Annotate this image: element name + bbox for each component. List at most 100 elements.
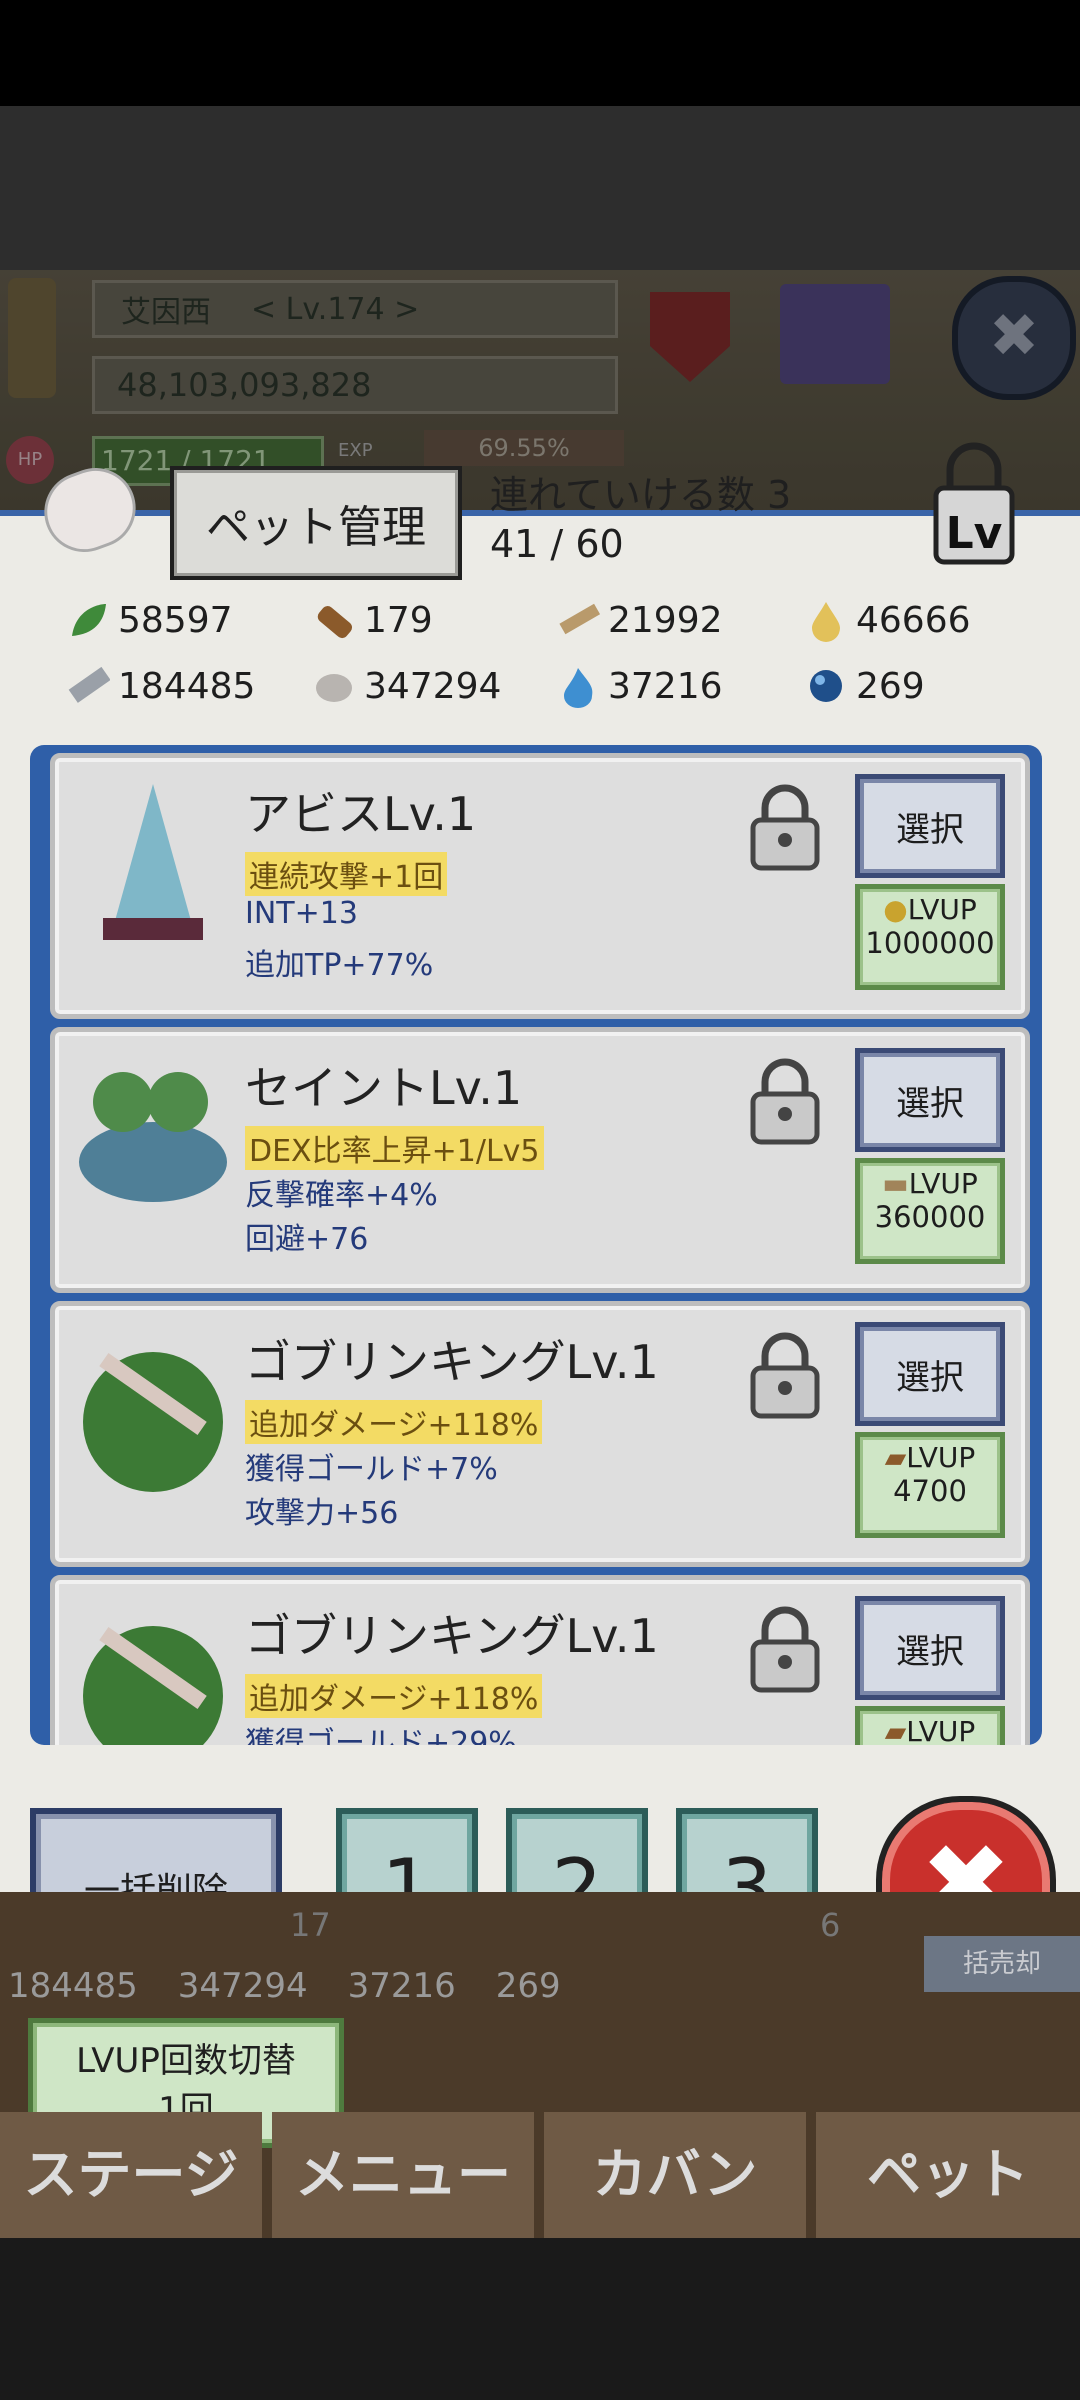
gold-amount: 48,103,093,828 [117,366,372,404]
svg-text:Lv: Lv [946,508,1003,559]
resource-value: 269 [856,665,925,707]
resource-value: 179 [364,599,433,641]
pet-list[interactable]: アビスLv.1 連続攻撃+1回 INT+13 追加TP+77% 選択 ●LVUP… [30,745,1042,1745]
pet-name: ゴブリンキングLv.1 [245,1609,659,1663]
toggle-label: LVUP回数切替 [76,2041,296,2081]
lvup-button[interactable]: ▰LVUP 4700 [855,1432,1005,1538]
pet-sprite-goblin-king [73,1600,233,1745]
pet-bonus: 追加ダメージ+118% [245,1400,543,1444]
navigation-bar [0,2238,1080,2400]
resource-value: 46666 [856,599,971,641]
resource-value: 37216 [608,665,723,707]
menu-stage[interactable]: ステージ [0,2112,262,2238]
resource-value: 347294 [364,665,502,707]
resource-oil: 46666 [804,598,971,642]
resource-value: 269 [495,1966,561,2006]
plank-icon [556,598,601,642]
carry-limit-label: 連れていける数 3 [490,473,792,517]
pet-stat: 攻撃力+56 [245,1496,399,1531]
pet-bonus: 連続攻撃+1回 [245,852,448,896]
player-name: 艾因西 [121,295,211,330]
pet-sprite-abyss [73,778,233,948]
lvup-label: LVUP [906,1715,976,1745]
resource-value: 184485 [8,1966,138,2006]
pet-sprite-goblin-king [73,1326,233,1496]
blue-flame-icon [556,664,600,708]
pet-count: 41 / 60 [490,522,624,566]
resource-value: 58597 [118,599,233,641]
log-icon: ▰ [884,1441,907,1474]
pet-name: アビスLv.1 [245,787,477,841]
lvup-label: LVUP [908,1167,978,1200]
iron-bar-icon [66,664,111,708]
resource-orb: 269 [804,664,925,708]
lvup-button[interactable]: ●LVUP 1000000 [855,884,1005,990]
resource-leaf: 58597 [66,598,233,642]
pet-stat: 獲得ゴールド+7% [245,1452,498,1487]
lock-icon[interactable] [745,1330,825,1420]
auto-lv-lock-icon[interactable]: Lv [910,440,1036,570]
hp-icon: HP [6,436,54,484]
background-resources: 184485 347294 37216 269 [8,1966,561,2006]
oil-drop-icon [804,598,848,642]
partial-number-left: 17 [290,1906,331,1944]
leaf-icon [66,598,110,642]
lvup-cost: 360000 [874,1200,986,1234]
pet-bonus: 追加ダメージ+118% [245,1674,543,1718]
resource-log: 179 [312,598,433,642]
lock-icon[interactable] [745,1056,825,1146]
pet-name: セイントLv.1 [245,1061,523,1115]
gold-box: 48,103,093,828 [92,356,618,414]
pet-card[interactable]: ゴブリンキングLv.1 追加ダメージ+118% 獲得ゴールド+7% 攻撃力+56… [50,1301,1030,1567]
player-avatar [8,278,56,398]
pet-stat: 獲得ゴールド+29% [245,1726,517,1745]
lvup-cost: 4700 [893,1474,967,1508]
select-button[interactable]: 選択 [855,1048,1005,1152]
pet-stat: 追加TP+77% [245,948,434,983]
pet-stat: 回避+76 [245,1222,369,1257]
bulk-sell-button[interactable]: 括売却 [924,1936,1080,1992]
plank-icon: ▬ [882,1167,909,1200]
resource-plank: 21992 [556,598,723,642]
exp-percent: 69.55% [424,430,624,466]
lvup-button[interactable]: ▬LVUP 360000 [855,1158,1005,1264]
resource-iron: 184485 [66,664,255,708]
lvup-label: LVUP [906,1441,976,1474]
pet-bonus: DEX比率上昇+1/Lv5 [245,1126,544,1170]
resource-stone: 347294 [312,664,501,708]
menu-bag[interactable]: カバン [544,2112,806,2238]
resource-flame: 37216 [556,664,723,708]
resource-value: 347294 [177,1966,308,2006]
player-level: < Lv.174 > [251,291,420,327]
lock-icon[interactable] [745,782,825,872]
panel-title: ペット管理 [170,466,462,580]
pet-name: ゴブリンキングLv.1 [245,1335,659,1389]
log-icon [312,598,356,642]
select-button[interactable]: 選択 [855,1322,1005,1426]
lvup-cost: 1000000 [865,926,995,960]
lock-icon[interactable] [745,1604,825,1694]
player-name-box: 艾因西 < Lv.174 > [92,280,618,338]
oil-drop-icon: ● [883,893,908,926]
partial-number-right: 6 [820,1906,841,1944]
menu-menu[interactable]: メニュー [272,2112,534,2238]
blue-orb-icon [804,664,848,708]
lvup-button[interactable]: ▰LVUP [855,1706,1005,1745]
select-button[interactable]: 選択 [855,774,1005,878]
pet-stat: 反撃確率+4% [245,1178,438,1213]
pet-card[interactable]: アビスLv.1 連続攻撃+1回 INT+13 追加TP+77% 選択 ●LVUP… [50,753,1030,1019]
pet-stat: INT+13 [245,896,358,931]
resource-value: 37216 [347,1966,456,2006]
menu-pet[interactable]: ペット [816,2112,1080,2238]
pet-card[interactable]: セイントLv.1 DEX比率上昇+1/Lv5 反撃確率+4% 回避+76 選択 … [50,1027,1030,1293]
select-button[interactable]: 選択 [855,1596,1005,1700]
pet-card[interactable]: ゴブリンキングLv.1 追加ダメージ+118% 獲得ゴールド+29% 選択 ▰L… [50,1575,1030,1745]
stone-icon [312,664,356,708]
resource-value: 184485 [118,665,256,707]
close-circle-icon[interactable]: ✖ [952,276,1076,400]
log-icon: ▰ [884,1715,907,1745]
status-bar [0,0,1080,106]
lvup-label: LVUP [907,893,977,926]
resource-value: 21992 [608,599,723,641]
gift-box-icon[interactable] [780,284,890,384]
